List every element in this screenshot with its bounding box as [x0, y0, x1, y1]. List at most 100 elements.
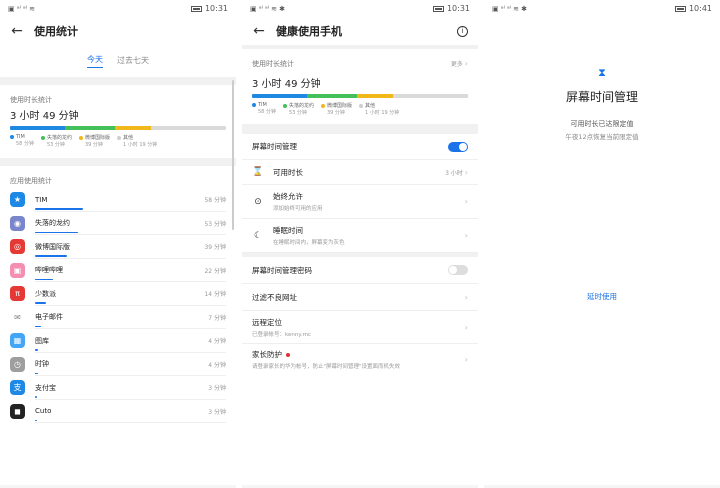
legend-value: 58 分钟 — [258, 109, 276, 115]
app-usage-bar — [35, 372, 39, 374]
row-divider — [35, 422, 226, 423]
back-arrow-icon[interactable]: ← — [252, 23, 266, 39]
app-icon: ◼ — [10, 403, 25, 419]
legend-dot — [10, 135, 14, 139]
app-list: ★ TIM 58 分钟 ◉ 失落的龙约 53 分钟 ◎ 微博国际版 39 分钟 ▣ 哔哩哔哩 22 分… — [0, 188, 236, 423]
app-name: 微博国际版 — [35, 242, 70, 251]
legend-value: 53 分钟 — [46, 142, 65, 148]
app-usage-bar — [35, 255, 67, 257]
legend-item: TIM 58 分钟 — [10, 134, 34, 148]
legend-label: 其他 — [122, 135, 133, 141]
tab-today[interactable]: 今天 — [87, 54, 103, 68]
switch-knob — [449, 266, 457, 274]
app-icon: π — [10, 286, 25, 302]
locate-label: 远程定位 — [252, 317, 282, 327]
app-usage-time: 3 分钟 — [208, 408, 226, 416]
app-row[interactable]: 支 支付宝 3 分钟 — [10, 376, 226, 400]
usage-bar-segment — [356, 94, 394, 98]
app-usage-bar — [35, 349, 39, 351]
legend-value: 58 分钟 — [16, 141, 34, 147]
info-icon[interactable]: i — [457, 25, 468, 37]
chevron-right-icon: › — [464, 167, 468, 177]
total-time: 3 小时 49 分钟 — [10, 111, 79, 122]
app-name: 少数派 — [35, 289, 56, 298]
app-name: 失落的龙约 — [35, 219, 70, 228]
screen-time-toggle-row[interactable]: 屏幕时间管理 — [242, 134, 478, 160]
divider — [0, 158, 236, 166]
legend-dot — [282, 103, 287, 108]
app-row[interactable]: ▣ 哔哩哔哩 22 分钟 — [10, 259, 226, 282]
app-row[interactable]: ◼ Cuto 3 分钟 — [10, 400, 226, 423]
total-time: 3 小时 49 分钟 — [252, 79, 321, 90]
app-usage-time: 4 分钟 — [208, 361, 226, 369]
delay-use-button[interactable]: 延时使用 — [484, 291, 720, 302]
usage-section-title: 使用时长统计 — [252, 60, 294, 68]
status-bar: ▣ ᵃˡ ᵃˡ ≋ 10:31 — [0, 0, 236, 17]
app-row[interactable]: π 少数派 14 分钟 — [10, 282, 226, 306]
locate-sub: 已登录帐号：kenny.mc — [252, 331, 311, 338]
filter-row[interactable]: 过滤不良网址 › — [242, 284, 478, 311]
app-name: 支付宝 — [35, 383, 56, 392]
battery-icon — [432, 5, 444, 12]
app-usage-time: 58 分钟 — [204, 197, 226, 205]
app-row[interactable]: ✉ 电子邮件 7 分钟 — [10, 306, 226, 329]
parental-row[interactable]: 家长防护 请登录家长的华为帐号，防止"屏幕时间管理"设置面而机失效 › — [242, 344, 478, 374]
hourglass-icon: ⌛ — [252, 167, 264, 177]
legend-item: 失落的龙约 53 分钟 — [282, 102, 314, 116]
status-time: 10:41 — [688, 4, 712, 13]
scrollbar[interactable] — [232, 80, 234, 230]
usage-legend: TIM 58 分钟 失落的龙约 53 分钟 微博国际版 39 分钟 其他 1 小时 19 分钟 — [242, 98, 478, 116]
password-switch[interactable] — [448, 265, 468, 275]
legend-label: 微博国际版 — [84, 135, 110, 141]
app-name: 电子邮件 — [35, 313, 63, 322]
legend-value: 1 小时 19 分钟 — [364, 110, 400, 116]
status-time: 10:31 — [446, 4, 470, 13]
legend-item: 微博国际版 39 分钟 — [78, 134, 110, 148]
bedtime-row[interactable]: ☾ 睡眠时间 在睡眠时间内，屏幕变为灰色 › — [242, 219, 478, 253]
more-link[interactable]: 更多 › — [451, 59, 468, 69]
app-row[interactable]: ◷ 时钟 4 分钟 — [10, 353, 226, 376]
app-name: 图库 — [35, 336, 49, 345]
screen-time-switch[interactable] — [448, 141, 468, 152]
app-icon: ◷ — [10, 356, 25, 372]
usage-bar-segment — [393, 94, 468, 98]
chevron-right-icon: › — [464, 231, 468, 240]
app-icon: ✉ — [10, 309, 25, 325]
legend-dot — [78, 135, 83, 140]
bedtime-sub: 在睡眠时间内，屏幕变为灰色 — [273, 240, 345, 246]
legend-label: 失落的龙约 — [46, 135, 72, 141]
tab-last-seven-days[interactable]: 过去七天 — [117, 55, 149, 68]
usage-summary[interactable]: 使用时长统计 更多 › 3 小时 49 分钟 TIM 58 分钟 失落的龙约 53 分… — [242, 49, 478, 116]
legend-label: 其他 — [364, 103, 375, 109]
app-row[interactable]: ★ TIM 58 分钟 — [10, 188, 226, 212]
status-bar: ▣ ᵃˡ ᵃˡ ≋ ✱ 10:31 — [242, 0, 478, 17]
hourglass-icon: ⧗ — [598, 66, 606, 79]
password-toggle-row[interactable]: 屏幕时间管理密码 — [242, 257, 478, 284]
legend-label: 失落的龙约 — [288, 103, 314, 109]
usage-bar-segment — [306, 94, 357, 98]
app-usage-bar — [35, 419, 38, 421]
limit-message: 可用时长已达限定值 — [570, 120, 634, 128]
app-icon: ◉ — [10, 215, 25, 231]
remote-locate-row[interactable]: 远程定位已登录帐号：kenny.mc › — [242, 311, 478, 344]
password-label: 屏幕时间管理密码 — [252, 265, 312, 275]
app-row[interactable]: ◎ 微博国际版 39 分钟 — [10, 235, 226, 259]
always-allow-row[interactable]: ⊙ 始终允许 添加始终可用的应用 › — [242, 185, 478, 219]
app-usage-bar — [35, 231, 79, 233]
screen-time-label: 屏幕时间管理 — [252, 142, 297, 151]
legend-item: 微博国际版 39 分钟 — [320, 102, 352, 116]
always-allow-sub: 添加始终可用的应用 — [273, 206, 323, 212]
phone-usage-stats: ▣ ᵃˡ ᵃˡ ≋ 10:31 ← 使用统计 今天 过去七天 使用时长统计 3 … — [0, 0, 236, 488]
usage-bar-segment — [114, 126, 152, 130]
legend-item: 其他 1 小时 19 分钟 — [358, 102, 400, 116]
page-title: 健康使用手机 — [276, 25, 342, 38]
check-circle-icon: ⊙ — [254, 196, 262, 207]
legend-value: 39 分钟 — [84, 142, 103, 148]
available-time-row[interactable]: ⌛ 可用时长 3 小时 › — [242, 160, 478, 185]
back-arrow-icon[interactable]: ← — [10, 23, 24, 39]
app-row[interactable]: ◉ 失落的龙约 53 分钟 — [10, 212, 226, 235]
chevron-right-icon: › — [464, 322, 468, 332]
app-row[interactable]: ▦ 图库 4 分钟 — [10, 329, 226, 353]
legend-item: 其他 1 小时 19 分钟 — [116, 134, 157, 148]
legend-dot — [358, 103, 363, 108]
